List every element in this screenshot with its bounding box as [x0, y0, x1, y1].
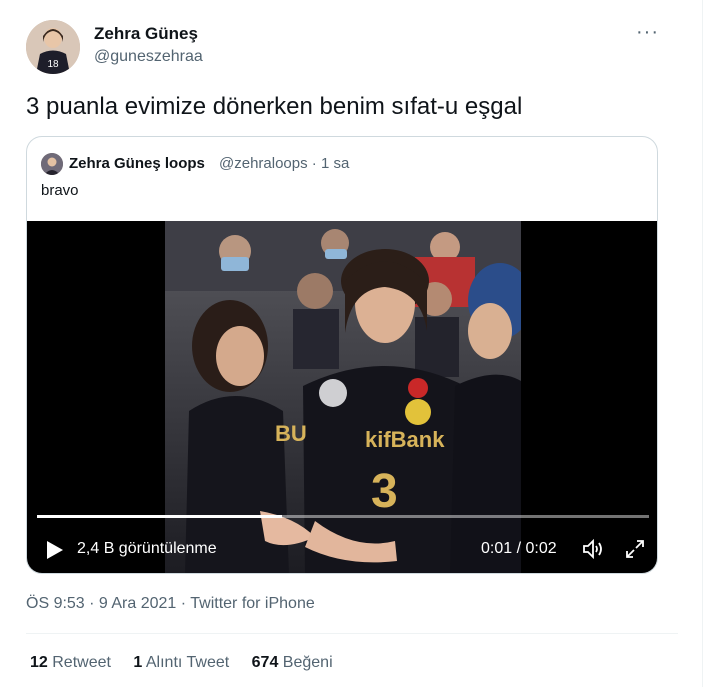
- likes-count: 674: [251, 654, 279, 671]
- video-progress-fill: [37, 515, 282, 518]
- quoted-tweet-text: bravo: [41, 182, 79, 199]
- video-time: 0:01 / 0:02: [481, 540, 557, 557]
- video-player[interactable]: kifBank 3 BU 2,4 B görüntülenme 0:01 / 0…: [27, 221, 657, 573]
- author-name[interactable]: Zehra Güneş: [94, 24, 198, 44]
- retweets-stat[interactable]: 12 Retweet: [30, 654, 111, 671]
- avatar-photo: 18: [26, 20, 80, 74]
- quoted-author-name: Zehra Güneş loops: [69, 155, 205, 172]
- author-handle[interactable]: @guneszehraa: [94, 48, 203, 66]
- quote-tweets-count: 1: [133, 654, 143, 671]
- tweet-text: 3 puanla evimize dönerken benim sıfat-u …: [26, 93, 523, 120]
- jersey-sleeve-text: BU: [275, 421, 307, 446]
- video-scene: kifBank 3 BU: [165, 221, 521, 573]
- tweet: 18 Zehra Güneş @guneszehraa ··· 3 puanla…: [0, 0, 703, 687]
- video-frame: kifBank 3 BU: [165, 221, 521, 573]
- quoted-author-handle-time: @zehraloops · 1 sa: [219, 155, 350, 172]
- quoted-author-avatar: [41, 153, 63, 175]
- quoted-avatar-photo: [41, 153, 63, 175]
- quoted-tweet[interactable]: Zehra Güneş loops @zehraloops · 1 sa bra…: [26, 136, 658, 574]
- fullscreen-icon[interactable]: [623, 537, 647, 561]
- author-avatar[interactable]: 18: [26, 20, 80, 74]
- avatar-jersey-number: 18: [47, 59, 59, 70]
- volume-icon[interactable]: [581, 537, 605, 561]
- more-options-icon[interactable]: ···: [636, 22, 659, 42]
- video-progress-bar[interactable]: [37, 515, 649, 518]
- quote-tweets-label: Alıntı Tweet: [145, 654, 230, 671]
- likes-stat[interactable]: 674 Beğeni: [252, 654, 333, 671]
- jersey-number: 3: [371, 465, 398, 518]
- video-views: 2,4 B görüntülenme: [77, 540, 217, 557]
- tweet-stats: 12 Retweet 1 Alıntı Tweet 674 Beğeni: [30, 654, 351, 672]
- likes-label: Beğeni: [282, 654, 333, 671]
- retweets-label: Retweet: [52, 654, 111, 671]
- quote-tweets-stat[interactable]: 1 Alıntı Tweet: [133, 654, 229, 671]
- tweet-meta[interactable]: ÖS 9:53 · 9 Ara 2021 · Twitter for iPhon…: [26, 595, 315, 613]
- retweets-count: 12: [30, 654, 48, 671]
- divider: [26, 633, 678, 634]
- jersey-sponsor-text: kifBank: [365, 427, 445, 452]
- play-icon[interactable]: [43, 539, 65, 561]
